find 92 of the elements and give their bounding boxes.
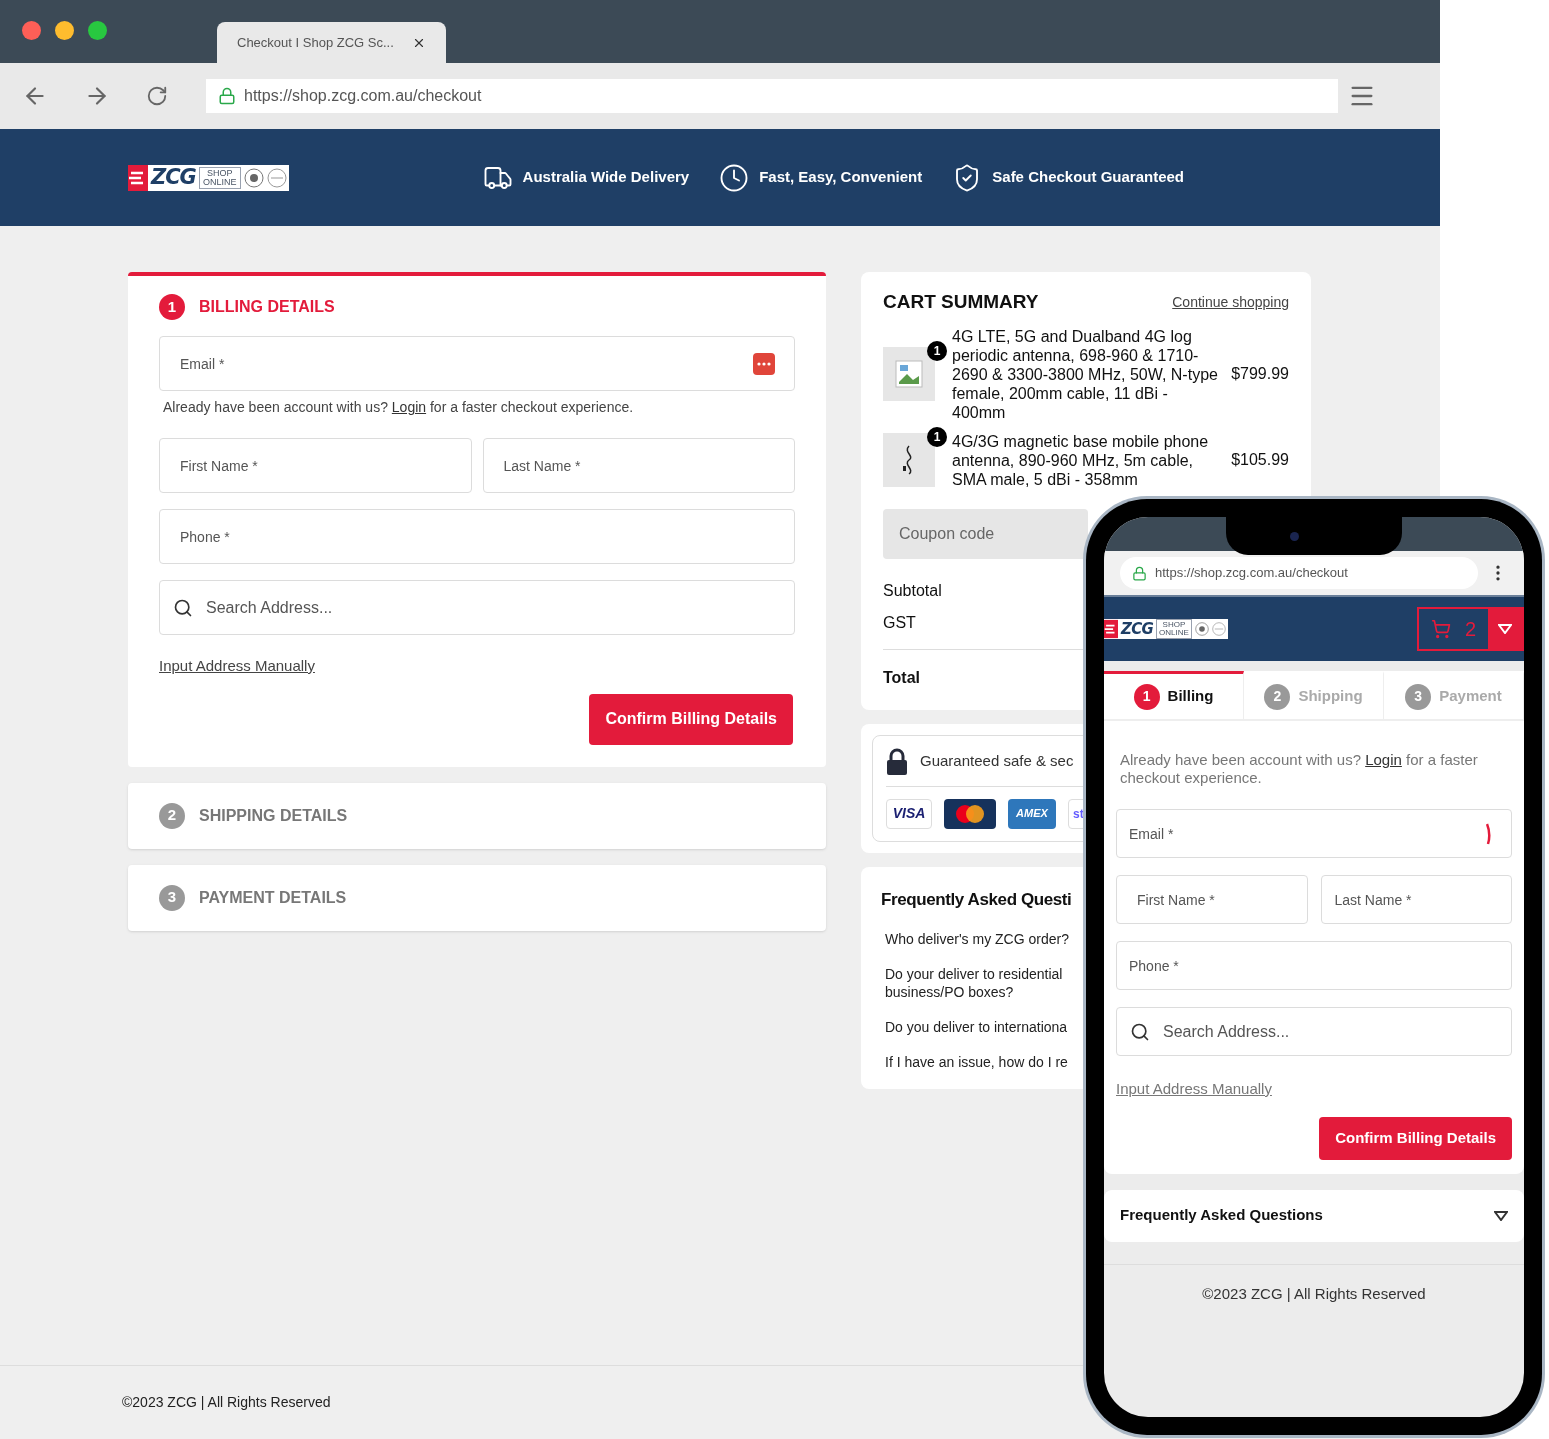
- reload-icon[interactable]: [146, 85, 168, 107]
- step-label: Shipping: [1298, 686, 1363, 707]
- faq-title: Frequently Asked Questi: [881, 888, 1072, 911]
- email-field[interactable]: Email *: [159, 336, 795, 391]
- padlock-icon: [886, 747, 908, 776]
- product-name: 4G LTE, 5G and Dualband 4G log periodic antenna, 698-960 & 1710-2690 & 3300-3800 MHz, 50W, N-type female, 200mm cable, 11 dBi - 400mm: [952, 326, 1219, 422]
- camera-icon: [1289, 531, 1299, 541]
- step-number: 3: [159, 884, 185, 911]
- step-label: Payment: [1439, 686, 1502, 707]
- step-label: Billing: [1167, 686, 1214, 707]
- lock-icon: [1132, 565, 1147, 581]
- quantity-badge: 1: [927, 427, 947, 447]
- address-search-field[interactable]: Search Address...: [1116, 1007, 1512, 1056]
- step-number: 2: [1264, 683, 1291, 710]
- step-tab[interactable]: 1 Billing: [1104, 671, 1244, 721]
- login-prompt-text: Already have been account with us? Login for a faster checkout experience.: [1119, 751, 1479, 787]
- secure-text: Guaranteed safe & sec: [920, 751, 1074, 772]
- url-text: https://shop.zcg.com.au/checkout: [244, 86, 482, 106]
- caret-icon: [1498, 624, 1512, 634]
- amex-card-badge: AMEX: [1008, 798, 1056, 829]
- faq-accordion[interactable]: Frequently Asked Questions: [1104, 1189, 1524, 1242]
- feature-text: Fast, Easy, Convenient: [759, 167, 923, 188]
- last-name-field[interactable]: Last Name *: [482, 438, 795, 493]
- faq-question-link[interactable]: Do you deliver to internationa: [885, 1018, 1080, 1036]
- footer-text: ©2023 ZCG | All Rights Reserved: [1202, 1283, 1426, 1304]
- step-card[interactable]: 3 PAYMENT DETAILS: [128, 864, 826, 931]
- total-label: Total: [883, 668, 921, 686]
- mobile-address-bar[interactable]: https://shop.zcg.com.au/checkout: [1120, 557, 1478, 589]
- product-price: $105.99: [1231, 450, 1289, 470]
- step-number: 1: [1133, 683, 1160, 710]
- faq-question-link[interactable]: Do your deliver to residential business/PO boxes?: [885, 965, 1080, 1001]
- caret-icon: [1494, 1210, 1508, 1221]
- visa-card-badge: VISA: [886, 798, 932, 829]
- login-prompt-text: Already have been account with us? Login for a faster checkout experience.: [163, 398, 635, 417]
- login-link[interactable]: Login: [1365, 751, 1402, 768]
- input-address-manually-link[interactable]: Input Address Manually: [1116, 1078, 1272, 1101]
- logo-text: ZCG: [151, 167, 196, 188]
- step-title: SHIPPING DETAILS: [199, 805, 348, 826]
- feature-text: Australia Wide Delivery: [522, 167, 690, 188]
- maximize-window-icon: [88, 21, 107, 40]
- address-bar[interactable]: https://shop.zcg.com.au/checkout: [206, 79, 1338, 113]
- tab-title: Checkout I Shop ZCG Sc...: [237, 33, 394, 52]
- password-manager-icon[interactable]: [753, 352, 775, 375]
- step-number: 1: [159, 294, 185, 320]
- step-number: 3: [1405, 683, 1432, 710]
- product-name: 4G/3G magnetic base mobile phone antenna, 890-960 MHz, 5m cable, SMA male, 5 dBi - 358mm: [952, 431, 1210, 489]
- step-number: 2: [159, 802, 185, 829]
- minimize-window-icon: [55, 21, 74, 40]
- summary-label: GST: [883, 612, 916, 633]
- logo-tagline: SHOP ONLINE: [198, 166, 241, 189]
- login-link[interactable]: Login: [391, 399, 427, 415]
- lock-icon: [218, 87, 236, 105]
- quantity-badge: 1: [927, 341, 947, 361]
- cart-summary-title: CART SUMMARY: [883, 290, 1039, 314]
- last-name-field[interactable]: Last Name *: [1320, 875, 1512, 924]
- logo-text: ZCG: [1121, 621, 1153, 637]
- step-title: PAYMENT DETAILS: [199, 887, 347, 908]
- step-title: BILLING DETAILS: [199, 297, 335, 317]
- step-card[interactable]: 2 SHIPPING DETAILS: [128, 782, 826, 849]
- faq-title: Frequently Asked Questions: [1120, 1205, 1323, 1226]
- cart-count: 2: [1464, 617, 1476, 642]
- feature-text: Safe Checkout Guaranteed: [992, 167, 1184, 188]
- coupon-field[interactable]: Coupon code: [883, 508, 1088, 559]
- cart-icon: [1430, 619, 1451, 639]
- faq-question-link[interactable]: If I have an issue, how do I re: [885, 1053, 1080, 1071]
- footer-text: ©2023 ZCG | All Rights Reserved: [122, 1393, 331, 1412]
- close-window-icon: [22, 21, 41, 40]
- clock-icon: [719, 162, 750, 193]
- seal-icon: [243, 167, 264, 188]
- search-icon: [1130, 1021, 1150, 1042]
- email-field[interactable]: Email *: [1116, 809, 1512, 858]
- product-price: $799.99: [1231, 364, 1289, 384]
- browser-tab[interactable]: Checkout I Shop ZCG Sc...: [217, 22, 446, 63]
- confirm-billing-button[interactable]: Confirm Billing Details: [1319, 1116, 1512, 1160]
- billing-card[interactable]: 1 BILLING DETAILS Email * Already have been account with us? Login for a faster checkout experience. First Name * Last Name * Phone * Search Address... Input Address Manually Confirm Billing Details: [128, 272, 826, 767]
- faq-question-link[interactable]: Who deliver's my ZCG order?: [885, 930, 1080, 948]
- continue-shopping-link[interactable]: Continue shopping: [1172, 291, 1289, 313]
- first-name-field[interactable]: First Name *: [159, 438, 472, 493]
- phone-field[interactable]: Phone *: [159, 509, 795, 564]
- logo-tagline: SHOP ONLINE: [1155, 619, 1192, 639]
- mastercard-badge: [944, 798, 996, 829]
- input-address-manually-link[interactable]: Input Address Manually: [159, 655, 315, 678]
- address-search-field[interactable]: Search Address...: [159, 580, 795, 635]
- first-name-field[interactable]: First Name *: [1116, 875, 1308, 924]
- seal-icon: [1194, 622, 1209, 636]
- search-icon: [173, 597, 193, 618]
- phone-field[interactable]: Phone *: [1116, 941, 1512, 990]
- summary-label: Subtotal: [883, 580, 942, 601]
- confirm-billing-button[interactable]: Confirm Billing Details: [589, 693, 793, 745]
- bracket-icon: [1486, 821, 1492, 846]
- url-text: https://shop.zcg.com.au/checkout: [1155, 564, 1348, 583]
- cart-dropdown-button[interactable]: [1488, 609, 1522, 649]
